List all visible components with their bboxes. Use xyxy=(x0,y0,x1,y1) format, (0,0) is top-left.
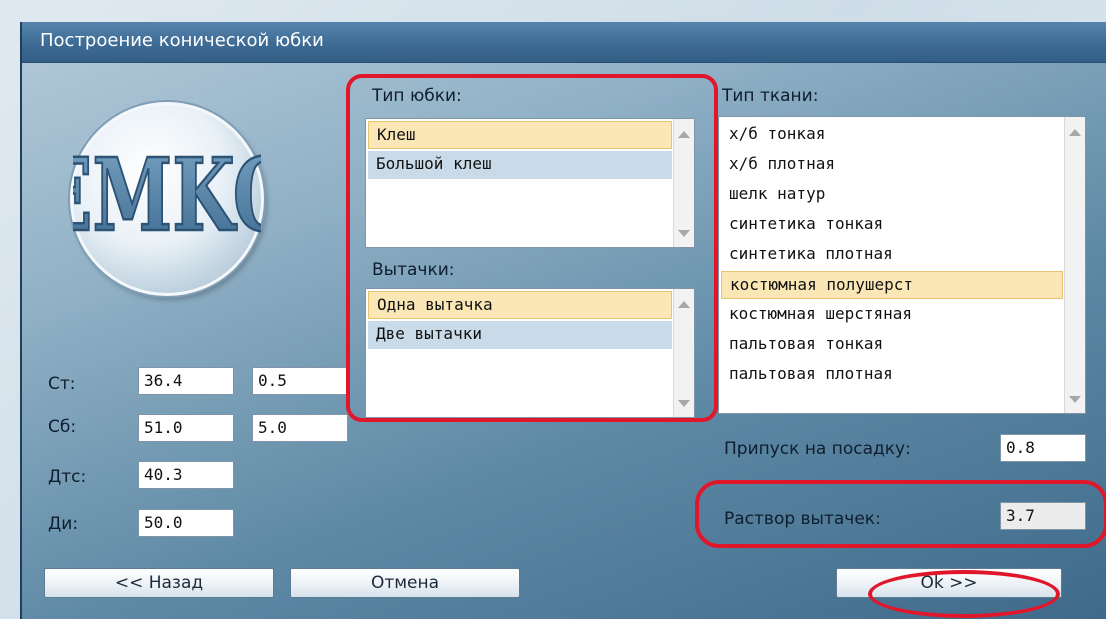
scroll-up-icon[interactable] xyxy=(1069,129,1081,136)
emko-logo-icon: EMKO xyxy=(70,102,264,296)
list-item[interactable]: Две вытачки xyxy=(368,321,672,349)
waist-extra-field[interactable]: 0.5 xyxy=(252,367,348,395)
dart-opening-field[interactable]: 3.7 xyxy=(1000,502,1086,530)
svg-text:EMKO: EMKO xyxy=(73,136,261,254)
scroll-down-icon[interactable] xyxy=(1069,396,1081,403)
fabric-type-label: Тип ткани: xyxy=(722,86,819,106)
conical-skirt-dialog: Построение конической юбки EMKO Тип юбки… xyxy=(20,22,1106,619)
window-title: Построение конической юбки xyxy=(40,30,324,51)
scroll-down-icon[interactable] xyxy=(678,400,690,407)
allowance-label: Припуск на посадку: xyxy=(724,439,911,459)
skirt-length-label: Ди: xyxy=(48,514,79,534)
ok-button[interactable]: Ok >> xyxy=(836,568,1062,598)
skirt-length-field[interactable]: 50.0 xyxy=(138,509,234,537)
back-button[interactable]: << Назад xyxy=(44,568,274,598)
list-item[interactable]: синтетика тонкая xyxy=(721,211,1063,239)
list-item[interactable]: костюмная шерстяная xyxy=(721,301,1063,329)
skirt-type-label: Тип юбки: xyxy=(372,86,462,106)
title-bar: Построение конической юбки xyxy=(22,22,1106,63)
list-item[interactable]: Одна вытачка xyxy=(368,291,672,319)
list-item[interactable]: синтетика плотная xyxy=(721,241,1063,269)
hip-extra-field[interactable]: 5.0 xyxy=(252,414,348,442)
fabric-type-list[interactable]: х/б тонкая х/б плотная шелк натур синтет… xyxy=(718,116,1086,414)
list-item[interactable]: пальтовая плотная xyxy=(721,361,1063,389)
darts-scrollbar[interactable] xyxy=(673,289,694,417)
darts-label: Вытачки: xyxy=(372,260,455,280)
allowance-field[interactable]: 0.8 xyxy=(1000,434,1086,462)
cancel-button[interactable]: Отмена xyxy=(290,568,520,598)
skirt-type-list[interactable]: Клеш Большой клеш xyxy=(365,118,695,248)
back-waist-length-label: Дтс: xyxy=(48,467,87,487)
waist-field[interactable]: 36.4 xyxy=(138,367,234,395)
waist-label: Ст: xyxy=(48,374,76,394)
darts-list[interactable]: Одна вытачка Две вытачки xyxy=(365,288,695,418)
back-waist-length-field[interactable]: 40.3 xyxy=(138,461,234,489)
scroll-up-icon[interactable] xyxy=(678,131,690,138)
scroll-up-icon[interactable] xyxy=(678,301,690,308)
skirt-type-scrollbar[interactable] xyxy=(673,119,694,247)
list-item[interactable]: костюмная полушерст xyxy=(721,271,1063,299)
hip-label: Сб: xyxy=(48,417,77,437)
list-item[interactable]: шелк натур xyxy=(721,181,1063,209)
fabric-type-scrollbar[interactable] xyxy=(1064,117,1085,413)
list-item[interactable]: пальтовая тонкая xyxy=(721,331,1063,359)
hip-field[interactable]: 51.0 xyxy=(138,414,234,442)
scroll-down-icon[interactable] xyxy=(678,230,690,237)
list-item[interactable]: Большой клеш xyxy=(368,151,672,179)
dart-opening-label: Раствор вытачек: xyxy=(724,509,881,529)
list-item[interactable]: Клеш xyxy=(368,121,672,149)
list-item[interactable]: х/б плотная xyxy=(721,151,1063,179)
list-item[interactable]: х/б тонкая xyxy=(721,121,1063,149)
